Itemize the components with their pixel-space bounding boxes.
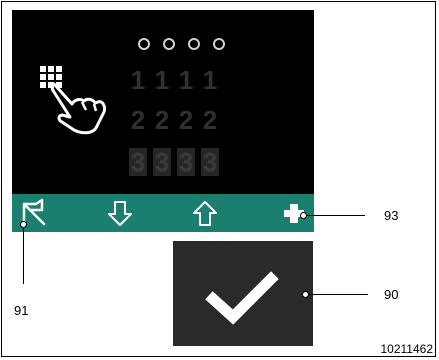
pin-dot [213,38,225,50]
callout-marker [302,291,309,298]
plus-icon[interactable] [274,194,314,232]
digit-cell[interactable]: 1 [153,66,171,94]
callout-label-91: 91 [14,303,29,318]
pin-dot [188,38,200,50]
callout-label-90: 90 [384,287,399,302]
digit-cell[interactable]: 2 [177,106,195,134]
pin-dot [138,38,150,50]
callout-marker [300,212,307,219]
callout-line [309,294,368,295]
digit-cell[interactable]: 3 [177,148,195,176]
callout-line [307,215,365,216]
digit-cell[interactable]: 1 [129,66,147,94]
pin-dot [163,38,175,50]
digit-cell[interactable]: 1 [177,66,195,94]
digit-cell[interactable]: 3 [201,148,219,176]
up-arrow-icon[interactable] [185,194,225,232]
keypad-touch-icon [40,66,106,135]
action-bar [12,194,314,232]
digit-cell[interactable]: 2 [201,106,219,134]
down-arrow-icon[interactable] [100,194,140,232]
digit-cell[interactable]: 3 [129,148,147,176]
confirm-button[interactable] [173,241,313,346]
digit-cell[interactable]: 3 [153,148,171,176]
checkmark-icon [205,271,279,325]
digit-cell[interactable]: 2 [129,106,147,134]
callout-line [23,227,24,284]
callout-label-93: 93 [384,208,399,223]
pin-entry-screen: 1 1 1 1 2 2 2 2 3 3 3 3 [12,10,314,232]
document-number: 10211462 [380,342,434,356]
digit-cell[interactable]: 2 [153,106,171,134]
digit-cell[interactable]: 1 [201,66,219,94]
